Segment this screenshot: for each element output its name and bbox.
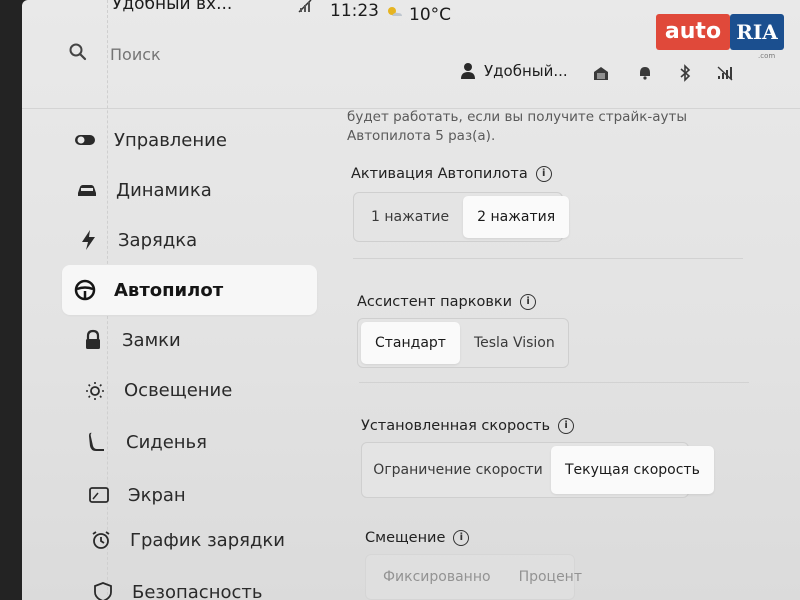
no-signal-icon xyxy=(297,0,313,14)
sidebar-item-label: Зарядка xyxy=(118,229,198,251)
sidebar-item-charge-schedule[interactable]: График зарядки xyxy=(78,515,338,565)
offset-selector: Фиксированно Процент xyxy=(365,554,582,600)
parking-assist-title: Ассистент парковки i xyxy=(357,294,537,310)
section-label: Смещение xyxy=(365,530,446,546)
sidebar-item-label: Сиденья xyxy=(126,431,207,453)
sidebar-item-label: Управление xyxy=(114,129,227,151)
sidebar-item-locks[interactable]: Замки xyxy=(70,315,330,365)
weather-icon xyxy=(384,3,404,19)
temperature: 10°C xyxy=(409,5,452,25)
sidebar-item-label: Безопасность xyxy=(132,581,263,600)
section-label: Активация Автопилота xyxy=(351,166,528,182)
sidebar-item-safety[interactable]: Безопасность xyxy=(80,567,340,600)
screen-icon xyxy=(88,484,110,506)
lightning-icon xyxy=(78,229,100,251)
toggle-icon xyxy=(74,129,96,151)
strikeout-note: будет работать, если вы получите страйк-… xyxy=(347,109,688,144)
sidebar-item-controls[interactable]: Управление xyxy=(62,115,322,165)
no-cellular-icon[interactable] xyxy=(716,64,734,82)
info-icon[interactable]: i xyxy=(558,418,575,434)
sidebar-item-label: Автопилот xyxy=(114,279,224,301)
status-location: Удобный вх... xyxy=(112,0,233,14)
user-name: Удобный... xyxy=(484,62,568,80)
sidebar-item-label: График зарядки xyxy=(130,529,285,551)
option-fixed[interactable]: Фиксированно xyxy=(369,558,505,596)
info-icon[interactable]: i xyxy=(453,530,470,546)
info-icon[interactable]: i xyxy=(520,294,537,310)
autopilot-activation-selector: 1 нажатие 2 нажатия xyxy=(353,192,570,242)
set-speed-selector: Ограничение скорости Текущая скорость xyxy=(361,442,714,498)
sidebar-item-charging[interactable]: Зарядка xyxy=(66,215,326,265)
user-profile[interactable]: Удобный... xyxy=(460,58,568,84)
lock-icon xyxy=(82,329,104,351)
bluetooth-icon[interactable] xyxy=(676,64,694,82)
car-icon xyxy=(76,179,98,201)
sidebar-item-autopilot[interactable]: Автопилот xyxy=(62,265,317,315)
search-icon[interactable] xyxy=(68,42,88,62)
sidebar-item-label: Экран xyxy=(128,484,186,506)
section-separator xyxy=(359,382,749,383)
sidebar-item-label: Динамика xyxy=(116,179,212,201)
section-separator xyxy=(353,258,743,259)
option-percent[interactable]: Процент xyxy=(505,558,596,596)
option-standard[interactable]: Стандарт xyxy=(361,322,460,364)
garage-icon[interactable] xyxy=(592,64,610,82)
watermark-ria: RIA xyxy=(730,14,784,50)
autopilot-activation-title: Активация Автопилота i xyxy=(351,166,552,182)
parking-assist-selector: Стандарт Tesla Vision xyxy=(357,318,569,368)
clock: 11:23 xyxy=(330,1,379,21)
sun-icon xyxy=(84,379,106,401)
option-tesla-vision[interactable]: Tesla Vision xyxy=(460,322,569,364)
section-label: Ассистент парковки xyxy=(357,294,513,310)
sidebar-item-dynamics[interactable]: Динамика xyxy=(64,165,324,215)
set-speed-title: Установленная скорость i xyxy=(361,418,575,434)
section-label: Установленная скорость xyxy=(361,418,551,434)
sidebar-item-display[interactable]: Экран xyxy=(76,470,336,520)
alarm-clock-icon xyxy=(90,529,112,551)
option-double-press[interactable]: 2 нажатия xyxy=(463,196,570,238)
option-current-speed[interactable]: Текущая скорость xyxy=(551,446,714,494)
option-speed-limit[interactable]: Ограничение скорости xyxy=(365,446,551,494)
sidebar-item-seats[interactable]: Сиденья xyxy=(74,417,334,467)
sidebar-item-lights[interactable]: Освещение xyxy=(72,365,332,415)
watermark-auto: auto xyxy=(656,14,730,50)
person-icon xyxy=(460,62,476,80)
shield-icon xyxy=(92,581,114,600)
bell-icon[interactable] xyxy=(636,64,654,82)
steering-wheel-icon xyxy=(74,279,96,301)
info-icon[interactable]: i xyxy=(535,166,552,182)
offset-title: Смещение i xyxy=(365,530,470,546)
watermark-com: .com xyxy=(758,52,776,60)
option-single-press[interactable]: 1 нажатие xyxy=(357,196,463,238)
tesla-screen: Удобный вх... 11:23 10°C Удобный... xyxy=(22,0,800,600)
auto-ria-watermark: auto RIA .com xyxy=(656,12,786,60)
sidebar-item-label: Замки xyxy=(122,329,181,351)
search-input[interactable] xyxy=(108,40,312,68)
sidebar-item-label: Освещение xyxy=(124,379,233,401)
seat-icon xyxy=(86,431,108,453)
